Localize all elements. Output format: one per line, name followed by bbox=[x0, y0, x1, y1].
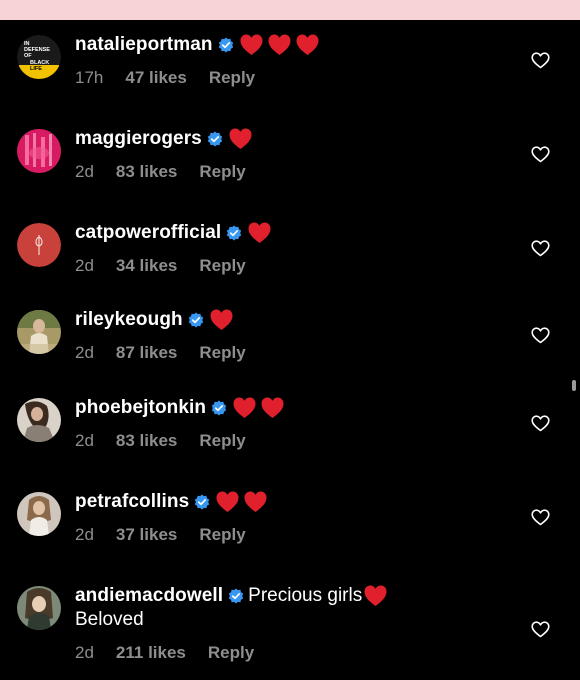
username[interactable]: natalieportman bbox=[75, 34, 213, 56]
verified-badge-icon bbox=[207, 131, 223, 147]
comment-time: 2d bbox=[75, 525, 94, 544]
reply-button[interactable]: Reply bbox=[199, 256, 245, 276]
reply-button[interactable]: Reply bbox=[199, 343, 245, 363]
reply-button[interactable]: Reply bbox=[209, 68, 255, 88]
avatar[interactable]: IN DEFENSE OF BLACK LIFE bbox=[17, 35, 61, 79]
avatar-logo-text: OF bbox=[24, 53, 32, 59]
like-heart-icon[interactable] bbox=[531, 621, 550, 638]
username[interactable]: phoebejtonkin bbox=[75, 397, 206, 419]
red-heart-emoji-icon bbox=[216, 491, 239, 512]
username[interactable]: petrafcollins bbox=[75, 491, 189, 513]
likes-count[interactable]: 37 likes bbox=[116, 525, 177, 545]
comment-text: Precious girls bbox=[248, 585, 363, 606]
comment-text-line2: Beloved bbox=[75, 609, 144, 630]
red-heart-emoji-icon bbox=[248, 222, 271, 243]
comment-time: 2d bbox=[75, 256, 94, 275]
red-heart-emoji-icon bbox=[244, 491, 267, 512]
like-heart-icon[interactable] bbox=[531, 327, 550, 344]
username[interactable]: maggierogers bbox=[75, 128, 202, 150]
comment-time: 2d bbox=[75, 431, 94, 450]
heart-emojis bbox=[228, 127, 253, 151]
likes-count[interactable]: 87 likes bbox=[116, 343, 177, 363]
red-heart-emoji-icon bbox=[364, 585, 387, 606]
comments-panel: IN DEFENSE OF BLACK LIFE natalieportman … bbox=[0, 20, 580, 680]
avatar[interactable] bbox=[17, 492, 61, 536]
verified-badge-icon bbox=[218, 37, 234, 53]
avatar[interactable] bbox=[17, 129, 61, 173]
heart-emojis bbox=[363, 584, 388, 608]
heart-emojis bbox=[239, 33, 320, 57]
like-heart-icon[interactable] bbox=[531, 240, 550, 257]
verified-badge-icon bbox=[226, 225, 242, 241]
like-heart-icon[interactable] bbox=[531, 415, 550, 432]
red-heart-emoji-icon bbox=[268, 34, 291, 55]
verified-badge-icon bbox=[211, 400, 227, 416]
red-heart-emoji-icon bbox=[261, 397, 284, 418]
reply-button[interactable]: Reply bbox=[199, 525, 245, 545]
heart-emojis bbox=[215, 490, 268, 514]
heart-emojis bbox=[232, 396, 285, 420]
heart-emojis bbox=[247, 221, 272, 245]
like-heart-icon[interactable] bbox=[531, 52, 550, 69]
avatar-logo-text: LIFE bbox=[30, 66, 42, 72]
heart-emojis bbox=[209, 308, 234, 332]
red-heart-emoji-icon bbox=[240, 34, 263, 55]
verified-badge-icon bbox=[228, 588, 244, 604]
verified-badge-icon bbox=[194, 494, 210, 510]
reply-button[interactable]: Reply bbox=[199, 162, 245, 182]
avatar[interactable] bbox=[17, 310, 61, 354]
username[interactable]: andiemacdowell bbox=[75, 585, 223, 607]
comment-time: 2d bbox=[75, 162, 94, 181]
username[interactable]: catpowerofficial bbox=[75, 222, 221, 244]
likes-count[interactable]: 83 likes bbox=[116, 431, 177, 451]
comment-time: 17h bbox=[75, 68, 104, 87]
username[interactable]: rileykeough bbox=[75, 309, 183, 331]
likes-count[interactable]: 83 likes bbox=[116, 162, 177, 182]
avatar[interactable] bbox=[17, 586, 61, 630]
red-heart-emoji-icon bbox=[233, 397, 256, 418]
like-heart-icon[interactable] bbox=[531, 146, 550, 163]
reply-button[interactable]: Reply bbox=[199, 431, 245, 451]
scrollbar-thumb[interactable] bbox=[572, 380, 576, 391]
like-heart-icon[interactable] bbox=[531, 509, 550, 526]
avatar[interactable] bbox=[17, 223, 61, 267]
avatar[interactable] bbox=[17, 398, 61, 442]
reply-button[interactable]: Reply bbox=[208, 643, 254, 663]
likes-count[interactable]: 47 likes bbox=[125, 68, 186, 88]
verified-badge-icon bbox=[188, 312, 204, 328]
comment-time: 2d bbox=[75, 643, 94, 662]
comment-time: 2d bbox=[75, 343, 94, 362]
likes-count[interactable]: 34 likes bbox=[116, 256, 177, 276]
likes-count[interactable]: 211 likes bbox=[116, 643, 186, 663]
red-heart-emoji-icon bbox=[229, 128, 252, 149]
red-heart-emoji-icon bbox=[296, 34, 319, 55]
red-heart-emoji-icon bbox=[210, 309, 233, 330]
